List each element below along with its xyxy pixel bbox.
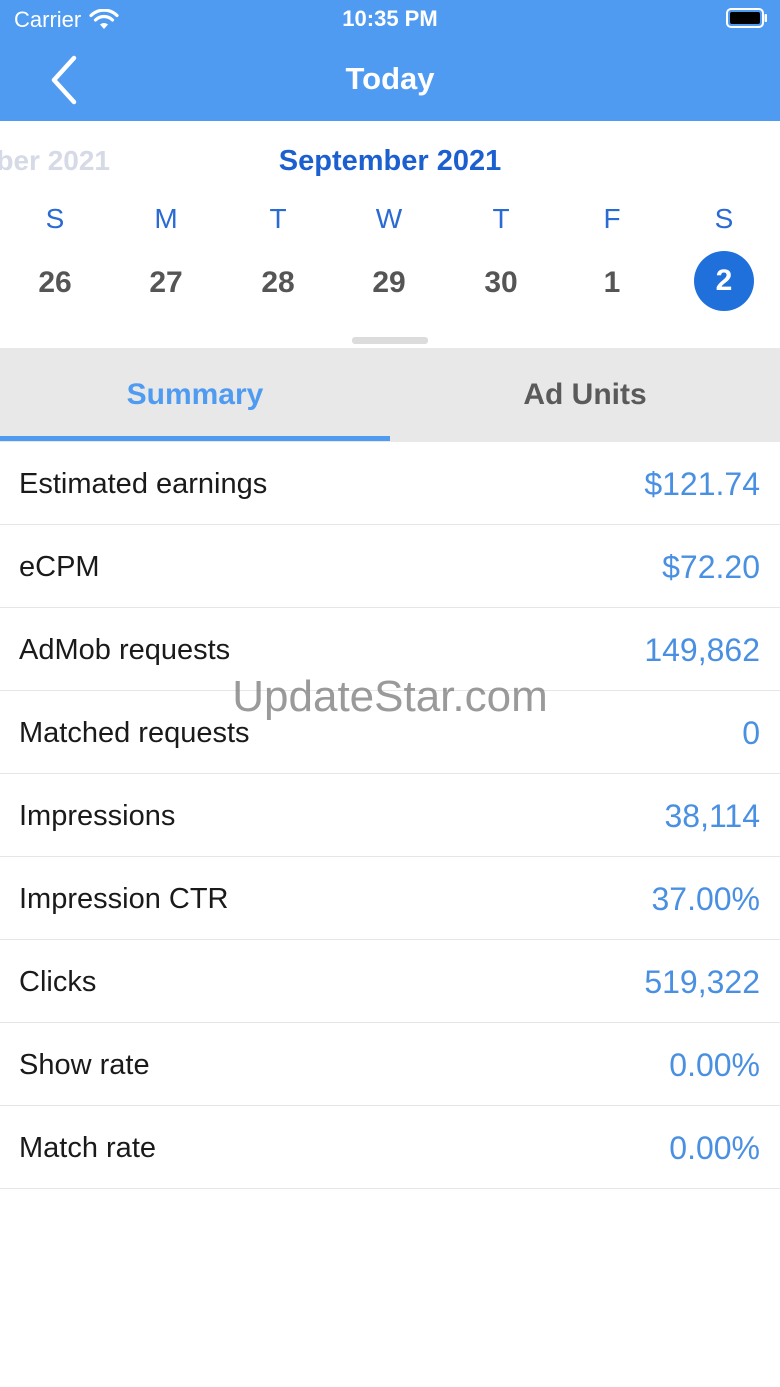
metric-value: 37.00% [651, 881, 760, 917]
tab-summary[interactable]: Summary [0, 348, 390, 442]
status-time: 10:35 PM [342, 6, 438, 31]
metric-row-match-rate: Match rate 0.00% [0, 1106, 780, 1189]
calendar-day[interactable]: 27 [126, 266, 206, 300]
metric-label: Impression CTR [19, 883, 229, 915]
weekday-tuesday: T [269, 203, 287, 234]
calendar-day[interactable]: 26 [15, 266, 95, 300]
metric-label: Match rate [19, 1132, 156, 1164]
metric-value: 519,322 [644, 964, 760, 1000]
metric-label: eCPM [19, 551, 100, 583]
weekday-wednesday: W [375, 203, 403, 234]
metric-label: Matched requests [19, 717, 250, 749]
metric-label: Estimated earnings [19, 468, 268, 500]
weekday-thursday: T [492, 203, 510, 234]
metric-value: 0.00% [669, 1047, 760, 1083]
metric-row-admob-requests: AdMob requests 149,862 [0, 608, 780, 691]
metric-label: Clicks [19, 966, 97, 998]
metric-row-show-rate: Show rate 0.00% [0, 1023, 780, 1106]
navigation-header: Carrier 10:35 PM Today [0, 0, 780, 121]
weekday-saturday: S [714, 203, 734, 234]
tab-ad-units[interactable]: Ad Units [390, 348, 780, 442]
active-tab-indicator [0, 436, 390, 441]
calendar-day[interactable]: 29 [349, 266, 429, 300]
weekday-friday: F [603, 203, 621, 234]
weekday-monday: M [154, 203, 178, 234]
metric-label: AdMob requests [19, 634, 231, 666]
metric-row-ecpm: eCPM $72.20 [0, 525, 780, 608]
current-month-label: September 2021 [278, 145, 502, 177]
metric-row-clicks: Clicks 519,322 [0, 940, 780, 1023]
battery-icon [726, 8, 767, 28]
metric-label: Impressions [19, 800, 176, 832]
metric-value: 38,114 [664, 798, 761, 834]
metric-value: $72.20 [662, 549, 760, 585]
metric-value: 0 [742, 715, 760, 751]
week-calendar: ber 2021 September 2021 S M T W T F S 26… [0, 121, 780, 348]
page-title: Today [345, 61, 435, 96]
metric-row-impression-ctr: Impression CTR 37.00% [0, 857, 780, 940]
metrics-list: Estimated earnings $121.74 eCPM $72.20 A… [0, 442, 780, 1189]
calendar-day-selected[interactable]: 2 [694, 251, 754, 311]
weekday-sunday: S [45, 203, 65, 234]
calendar-day[interactable]: 30 [461, 266, 541, 300]
tab-bar: Summary Ad Units [0, 348, 780, 442]
metric-value: 0.00% [669, 1130, 760, 1166]
metric-row-matched-requests: Matched requests 0 [0, 691, 780, 774]
metric-row-estimated-earnings: Estimated earnings $121.74 [0, 442, 780, 525]
calendar-drag-handle[interactable] [352, 337, 428, 344]
metric-label: Show rate [19, 1049, 150, 1081]
calendar-day[interactable]: 1 [572, 266, 652, 300]
metric-row-impressions: Impressions 38,114 [0, 774, 780, 857]
metric-value: 149,862 [644, 632, 760, 668]
calendar-day[interactable]: 28 [238, 266, 318, 300]
metric-value: $121.74 [644, 466, 760, 502]
